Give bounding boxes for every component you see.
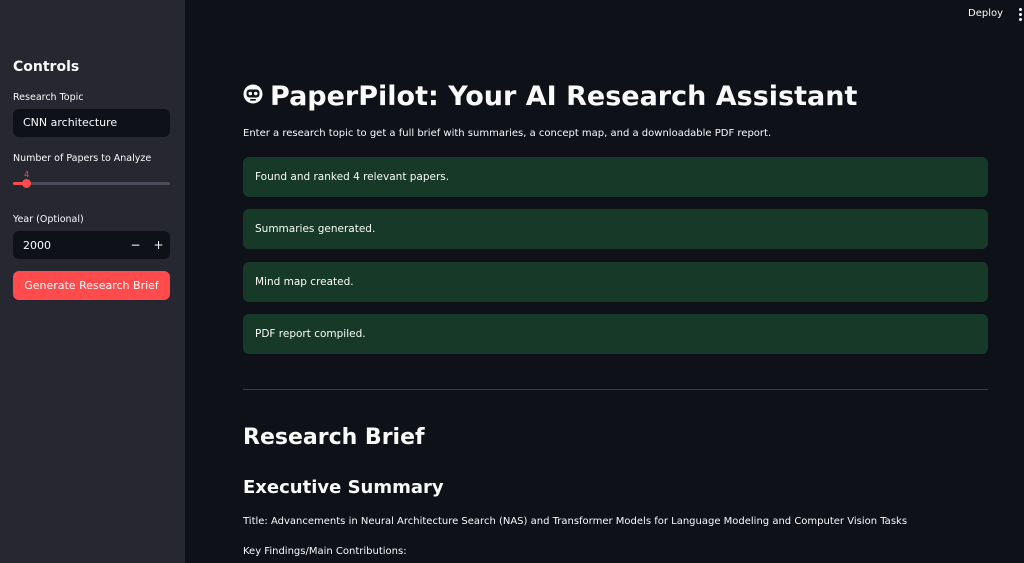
kebab-menu-icon[interactable] xyxy=(1016,6,1024,22)
page-title-text: PaperPilot: Your AI Research Assistant xyxy=(270,80,858,112)
kebab-dot xyxy=(1018,12,1022,16)
year-label: Year (Optional) xyxy=(13,214,84,225)
executive-summary-heading: Executive Summary xyxy=(243,477,444,498)
sidebar: Controls Research Topic CNN architecture… xyxy=(0,0,185,563)
success-alert: PDF report compiled. xyxy=(243,314,988,354)
generate-research-brief-button[interactable]: Generate Research Brief xyxy=(13,271,170,300)
success-alert: Mind map created. xyxy=(243,262,988,302)
sidebar-title: Controls xyxy=(13,59,80,75)
app-root: Controls Research Topic CNN architecture… xyxy=(0,0,1024,563)
year-decrement-button[interactable]: − xyxy=(124,231,147,259)
research-brief-heading: Research Brief xyxy=(243,425,425,450)
success-alert: Found and ranked 4 relevant papers. xyxy=(243,157,988,197)
page-title: PaperPilot: Your AI Research Assistant xyxy=(242,78,857,114)
key-findings-label: Key Findings/Main Contributions: xyxy=(243,546,407,557)
papers-slider-value: 4 xyxy=(24,170,30,179)
year-increment-button[interactable]: + xyxy=(147,231,170,259)
intro-text: Enter a research topic to get a full bri… xyxy=(243,128,772,139)
section-divider xyxy=(243,389,988,390)
deploy-button[interactable]: Deploy xyxy=(968,6,1003,22)
kebab-dot xyxy=(1018,7,1022,11)
research-topic-label: Research Topic xyxy=(13,92,84,103)
summary-title-line: Title: Advancements in Neural Architectu… xyxy=(243,516,908,527)
slider-thumb[interactable] xyxy=(22,179,31,188)
kebab-dot xyxy=(1018,17,1022,21)
robot-face-icon xyxy=(242,83,264,109)
papers-slider[interactable]: 4 xyxy=(13,170,170,190)
research-topic-input[interactable]: CNN architecture xyxy=(13,109,170,137)
year-value[interactable]: 2000 xyxy=(13,239,124,252)
success-alert: Summaries generated. xyxy=(243,209,988,249)
papers-slider-label: Number of Papers to Analyze xyxy=(13,153,152,164)
slider-track[interactable] xyxy=(13,182,170,185)
year-number-input[interactable]: 2000 − + xyxy=(13,231,170,259)
